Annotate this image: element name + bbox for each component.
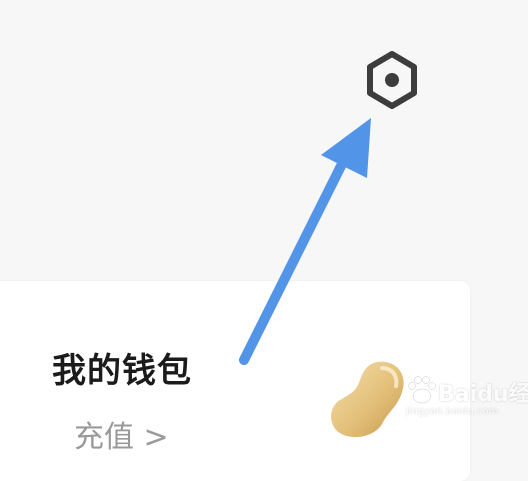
watermark-url: jingyan.baidu.com [406, 406, 499, 417]
watermark: Baidu经验 jingyan.baidu.com [404, 374, 528, 422]
bean-icon [331, 361, 404, 438]
recharge-link[interactable]: 充值 > [74, 412, 169, 456]
wallet-title: 我的钱包 [52, 351, 192, 391]
paw-icon [408, 376, 436, 404]
settings-button[interactable] [360, 48, 424, 112]
watermark-brand: Baidu经验 [438, 382, 528, 407]
hexagon-settings-icon [367, 51, 417, 109]
